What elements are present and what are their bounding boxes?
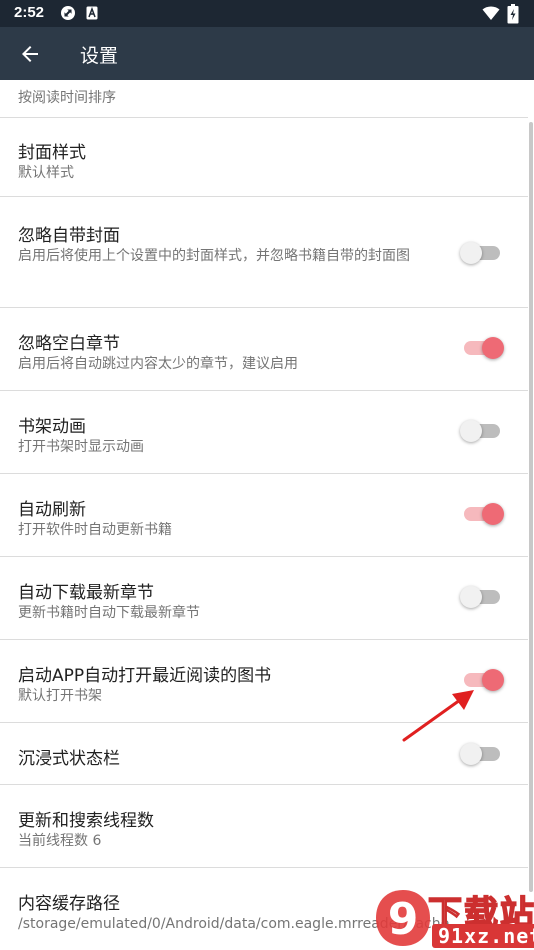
setting-title: 沉浸式状态栏 [18, 749, 120, 769]
toggle-switch[interactable] [460, 242, 500, 264]
sync-icon [61, 6, 75, 20]
arrow-left-icon[interactable] [18, 42, 42, 66]
switch-knob [460, 743, 482, 765]
watermark-logo-icon: 9 [376, 890, 430, 946]
setting-title: 忽略空白章节 [18, 334, 120, 354]
toggle-switch[interactable] [460, 420, 500, 442]
annotation-arrow-icon [402, 690, 474, 742]
watermark: 9 下载站 91xz.net [366, 884, 534, 950]
setting-title: 更新和搜索线程数 [18, 811, 154, 831]
watermark-logo-text: 9 [388, 894, 419, 945]
settings-list: 按阅读时间排序 封面样式 默认样式 忽略自带封面 启用后将使用上个设置中的封面样… [0, 80, 534, 950]
setting-title: 自动下载最新章节 [18, 583, 154, 603]
setting-item-sort-order[interactable]: 按阅读时间排序 [0, 80, 528, 118]
switch-knob [460, 242, 482, 264]
setting-subtitle: 当前线程数 6 [18, 833, 102, 849]
page-title: 设置 [80, 45, 119, 67]
switch-knob [460, 420, 482, 442]
setting-item-cover-style[interactable]: 封面样式 默认样式 [0, 118, 528, 197]
toggle-switch[interactable] [464, 669, 504, 691]
wifi-icon [482, 6, 500, 20]
toggle-switch[interactable] [460, 586, 500, 608]
setting-item-auto-download-chapters[interactable]: 自动下载最新章节 更新书籍时自动下载最新章节 [0, 557, 528, 640]
setting-subtitle: 打开软件时自动更新书籍 [18, 522, 172, 538]
setting-title: 忽略自带封面 [18, 226, 120, 246]
status-time: 2:52 [14, 4, 45, 21]
app-toolbar: 设置 [0, 27, 534, 80]
setting-item-skip-empty-chapters[interactable]: 忽略空白章节 启用后将自动跳过内容太少的章节，建议启用 [0, 308, 528, 391]
setting-subtitle: 按阅读时间排序 [18, 90, 116, 106]
setting-subtitle: 默认打开书架 [18, 688, 102, 704]
a-badge-icon [86, 6, 98, 20]
switch-knob [482, 669, 504, 691]
setting-title: 启动APP自动打开最近阅读的图书 [18, 666, 272, 686]
setting-item-auto-refresh[interactable]: 自动刷新 打开软件时自动更新书籍 [0, 474, 528, 557]
battery-charging-icon [507, 4, 519, 24]
setting-subtitle: 启用后将使用上个设置中的封面样式，并忽略书籍自带的封面图 [18, 248, 410, 264]
setting-title: 书架动画 [18, 417, 86, 437]
watermark-domain: 91xz.net [432, 924, 534, 948]
setting-item-bookshelf-animation[interactable]: 书架动画 打开书架时显示动画 [0, 391, 528, 474]
setting-subtitle: 默认样式 [18, 165, 74, 181]
setting-title: 内容缓存路径 [18, 894, 120, 914]
switch-knob [482, 503, 504, 525]
setting-subtitle: 启用后将自动跳过内容太少的章节，建议启用 [18, 356, 298, 372]
status-bar: 2:52 [0, 0, 534, 27]
scrollbar[interactable] [529, 122, 533, 892]
setting-item-ignore-builtin-cover[interactable]: 忽略自带封面 启用后将使用上个设置中的封面样式，并忽略书籍自带的封面图 [0, 197, 528, 308]
toggle-switch[interactable] [460, 743, 500, 765]
setting-title: 封面样式 [18, 143, 86, 163]
setting-title: 自动刷新 [18, 500, 86, 520]
toggle-switch[interactable] [464, 503, 504, 525]
switch-knob [460, 586, 482, 608]
setting-item-thread-count[interactable]: 更新和搜索线程数 当前线程数 6 [0, 785, 528, 868]
switch-knob [482, 337, 504, 359]
setting-subtitle: 更新书籍时自动下载最新章节 [18, 605, 200, 621]
setting-subtitle: 打开书架时显示动画 [18, 439, 144, 455]
toggle-switch[interactable] [464, 337, 504, 359]
